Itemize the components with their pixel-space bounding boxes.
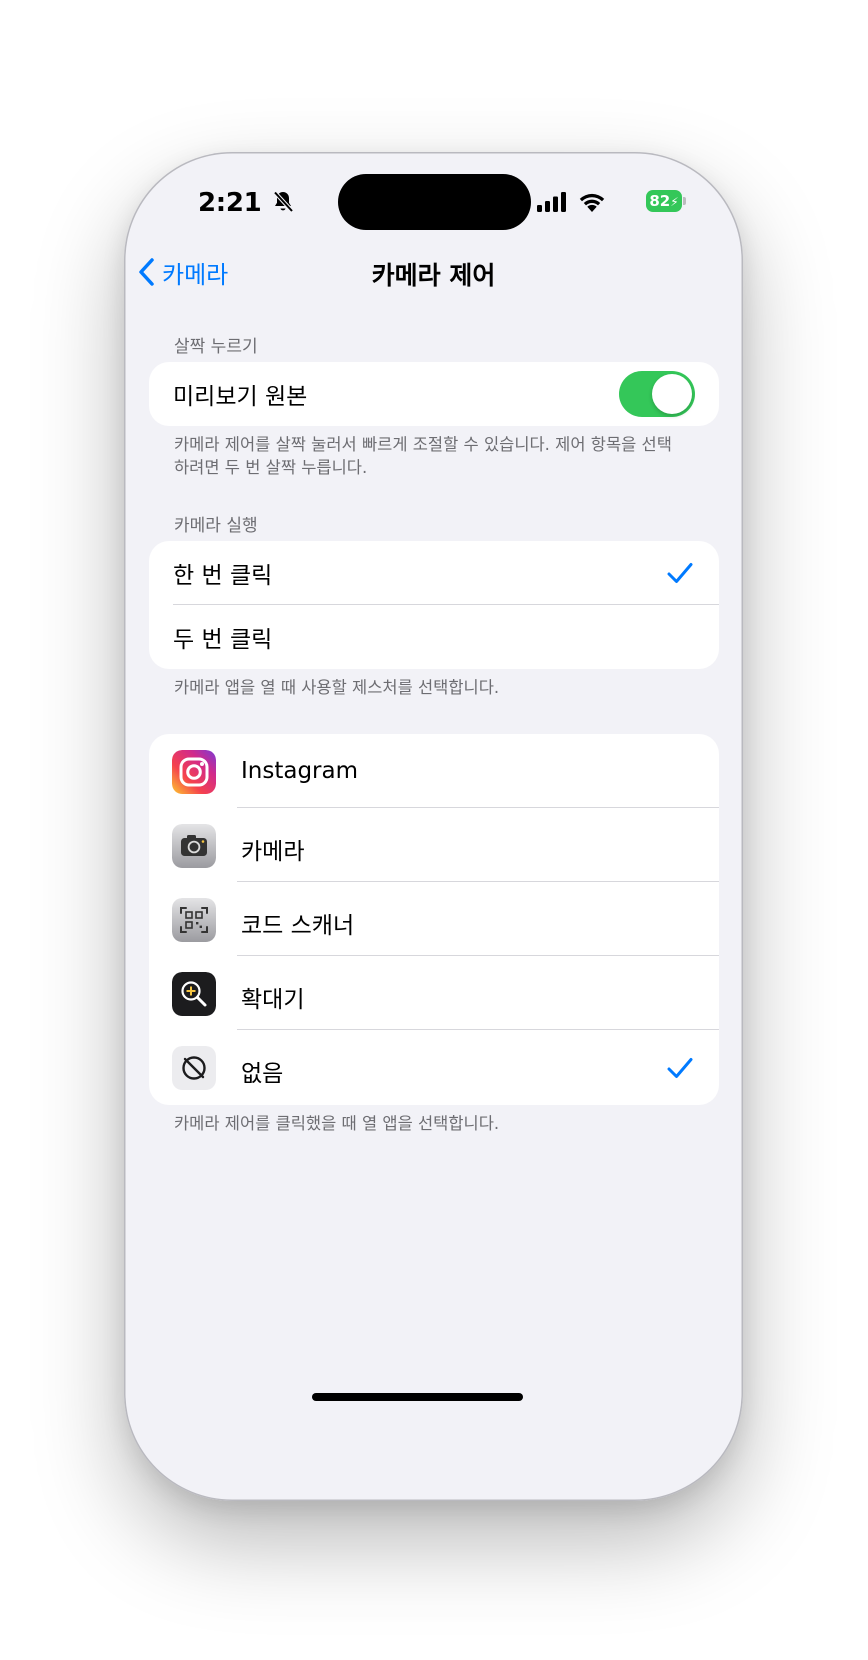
page-title: 카메라 제어 [371,261,496,290]
phone-frame: 2:21 82⚡ 카메라 카메라 제어 살짝 누르기 미리보기 원본 카메라 제… [124,152,743,1501]
app-row-code-scanner[interactable]: 코드 스캐너 [149,882,719,956]
app-choice-group: Instagram 카메라 코드 스캐너 확대기 없음 [149,734,719,1105]
app-row-camera[interactable]: 카메라 [149,808,719,882]
home-indicator[interactable] [312,1393,523,1401]
instagram-icon [172,750,216,794]
checkmark-icon [667,563,693,583]
app-label-none: 없음 [241,1061,284,1087]
dynamic-island [338,174,531,230]
charging-bolt-icon: ⚡ [670,195,679,209]
app-row-magnifier[interactable]: 확대기 [149,956,719,1030]
code-scanner-icon [172,898,216,942]
light-press-group: 미리보기 원본 [149,362,719,426]
option-single-click[interactable]: 한 번 클릭 [149,541,719,605]
section-header-light-press: 살짝 누르기 [174,337,258,357]
preview-original-label: 미리보기 원본 [173,384,308,410]
status-time: 2:21 [198,188,294,218]
app-row-instagram[interactable]: Instagram [149,734,719,808]
magnifier-icon [172,972,216,1016]
battery-level: 82 [649,192,671,210]
preview-original-row: 미리보기 원본 [149,362,719,426]
battery-tip [683,197,686,205]
light-press-footer: 카메라 제어를 살짝 눌러서 빠르게 조절할 수 있습니다. 제어 항목을 선택… [174,435,672,477]
preview-original-toggle[interactable] [619,371,695,417]
app-label-code-scanner: 코드 스캐너 [241,913,355,939]
toggle-knob [652,374,692,414]
launch-footer: 카메라 앱을 열 때 사용할 제스처를 선택합니다. [174,678,500,697]
app-label-camera: 카메라 [241,839,305,865]
status-time-text: 2:21 [198,188,262,218]
app-choice-footer: 카메라 제어를 클릭했을 때 열 앱을 선택합니다. [174,1114,500,1133]
wifi-icon [579,193,605,212]
checkmark-icon [667,1057,693,1078]
cellular-signal-icon [537,192,566,212]
battery-indicator: 82⚡ [646,190,682,212]
app-label-magnifier: 확대기 [241,987,305,1013]
app-label-instagram: Instagram [241,758,359,784]
bell-slash-icon [273,191,294,213]
option-double-click-label: 두 번 클릭 [173,627,273,653]
app-row-none[interactable]: 없음 [149,1030,719,1105]
section-header-launch: 카메라 실행 [174,516,258,536]
camera-app-icon [172,824,216,868]
none-icon [172,1046,216,1090]
launch-group: 한 번 클릭 두 번 클릭 [149,541,719,669]
option-double-click[interactable]: 두 번 클릭 [149,605,719,669]
option-single-click-label: 한 번 클릭 [173,563,273,589]
